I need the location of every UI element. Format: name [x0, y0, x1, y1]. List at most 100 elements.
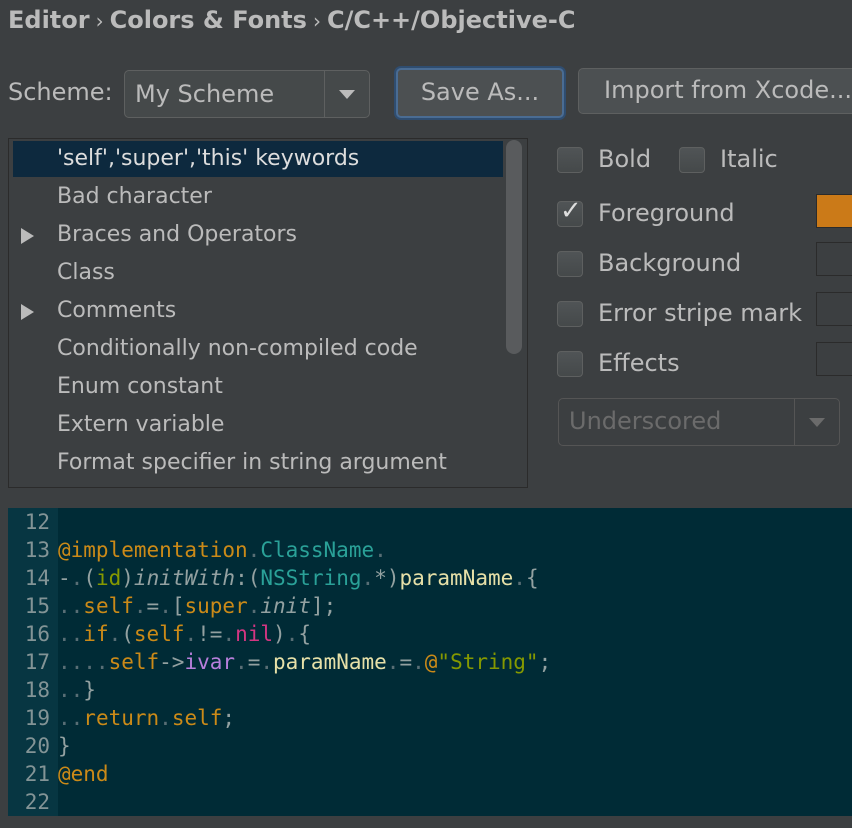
line-number: 18 [24, 678, 50, 702]
code-token: NSString [260, 566, 362, 590]
code-token: self [83, 594, 134, 618]
effects-type-combobox[interactable]: Underscored [558, 398, 840, 446]
code-token: } [83, 678, 96, 702]
line-number: 15 [24, 594, 50, 618]
code-token: @ [424, 650, 438, 674]
code-token: . [159, 594, 172, 618]
code-token: ( [83, 566, 96, 590]
list-item-label: Comments [57, 298, 177, 323]
save-as-button[interactable]: Save As... [396, 68, 564, 118]
code-text: ..return.self; [58, 704, 235, 732]
list-item-label: Extern variable [57, 412, 225, 437]
scheme-combobox[interactable]: My Scheme [124, 70, 370, 118]
import-from-xcode-button[interactable]: Import from Xcode... [578, 68, 852, 114]
foreground-checkbox[interactable]: ✓ [557, 196, 583, 227]
code-token: . [235, 650, 248, 674]
breadcrumb-editor[interactable]: Editor [8, 6, 90, 34]
code-text: @end [58, 760, 109, 788]
line-number: 21 [24, 762, 50, 786]
effects-label: Effects [598, 349, 680, 377]
code-token: = [247, 650, 261, 674]
line-number: 13 [24, 538, 50, 562]
breadcrumb-colors-fonts[interactable]: Colors & Fonts [110, 6, 307, 34]
line-number: 20 [24, 734, 50, 758]
checkmark-icon: ✓ [560, 196, 582, 226]
code-token: = [399, 650, 413, 674]
code-token: nil [235, 622, 274, 646]
line-number: 12 [24, 510, 50, 534]
code-token: @implementation [58, 538, 248, 562]
bold-checkbox[interactable] [557, 147, 583, 173]
code-token: . [386, 650, 400, 674]
code-token: . [513, 566, 526, 590]
error-stripe-color-swatch[interactable] [816, 292, 852, 326]
italic-checkbox[interactable] [679, 147, 705, 173]
list-item[interactable]: Conditionally non-compiled code [9, 331, 499, 367]
code-token: self [133, 622, 185, 646]
code-token: { [298, 622, 311, 646]
list-item[interactable]: Braces and Operators [9, 217, 499, 253]
scheme-dropdown-button[interactable] [324, 71, 369, 117]
code-token: :( [235, 566, 261, 590]
background-color-swatch[interactable] [816, 242, 852, 276]
effects-checkbox[interactable] [557, 351, 583, 377]
code-token: .... [58, 650, 109, 674]
code-token: . [70, 566, 84, 590]
code-token: . [285, 622, 299, 646]
line-number: 16 [24, 622, 50, 646]
code-token: @end [58, 762, 109, 786]
chevron-down-icon [809, 418, 825, 427]
code-token: return [83, 706, 160, 730]
element-list[interactable]: 'self','super','this' keywords Bad chara… [8, 138, 528, 488]
list-item[interactable]: 'self','super','this' keywords [13, 141, 503, 177]
list-item[interactable]: Format specifier in string argument [9, 445, 499, 481]
code-token: . [361, 566, 375, 590]
list-scrollbar-thumb[interactable] [506, 140, 522, 354]
code-line: 21 @end [8, 760, 852, 788]
code-token: = [146, 594, 160, 618]
list-item-label: Enum constant [57, 374, 223, 399]
code-text: } [58, 732, 71, 760]
code-token: .. [58, 594, 84, 618]
code-token: initWith [133, 566, 236, 590]
foreground-color-swatch[interactable] [816, 194, 852, 228]
list-item[interactable]: Extern variable [9, 407, 499, 443]
code-token: ; [222, 706, 236, 730]
list-item[interactable]: Bad character [9, 179, 499, 215]
code-text: ....self->ivar.=.paramName.=.@"String"; [58, 648, 551, 676]
italic-label: Italic [720, 145, 778, 173]
code-token: != [197, 622, 223, 646]
code-token: if [83, 622, 109, 646]
line-number: 17 [24, 650, 50, 674]
line-number: 14 [24, 566, 50, 590]
code-token: .. [58, 678, 84, 702]
code-token: . [247, 594, 261, 618]
code-token: { [525, 566, 539, 590]
code-token: ) [273, 622, 286, 646]
code-token: -> [159, 650, 185, 674]
code-line: 19 ..return.self; [8, 704, 852, 732]
code-line: 18..} [8, 676, 852, 704]
list-item[interactable]: Comments [9, 293, 499, 329]
expand-arrow-icon[interactable] [21, 304, 34, 320]
code-token: ClassName [260, 538, 375, 562]
code-token: . [222, 622, 236, 646]
code-preview[interactable]: 12 13 @implementation.ClassName. 14 -.(id)in… [8, 508, 852, 816]
code-text: @implementation.ClassName. [58, 536, 387, 564]
list-item-label: Braces and Operators [57, 222, 298, 247]
code-token: paramName [273, 650, 387, 674]
background-checkbox[interactable] [557, 251, 583, 277]
background-label: Background [598, 249, 742, 277]
code-token: .. [58, 706, 84, 730]
code-token: . [247, 538, 261, 562]
code-token: ( [121, 622, 134, 646]
list-item[interactable]: Enum constant [9, 369, 499, 405]
effects-dropdown-button[interactable] [794, 399, 839, 445]
code-text: ..} [58, 676, 96, 704]
list-item[interactable]: Class [9, 255, 499, 291]
expand-arrow-icon[interactable] [21, 228, 34, 244]
code-line: 15 ..self.=.[super.init]; [8, 592, 852, 620]
error-stripe-checkbox[interactable] [557, 301, 583, 327]
effects-color-swatch[interactable] [816, 342, 852, 376]
code-token: .. [58, 622, 84, 646]
